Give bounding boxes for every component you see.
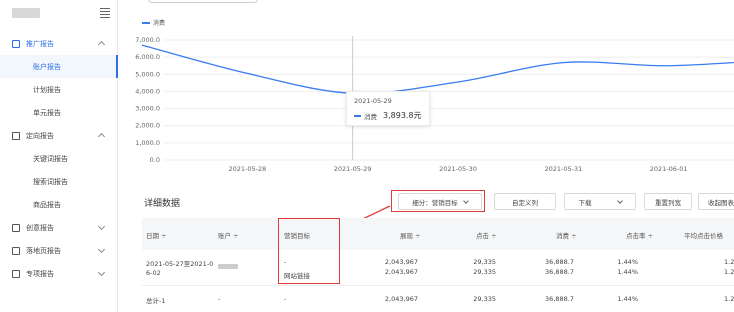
avg-cpc-cell: 1.26 (724, 268, 734, 276)
total-goal: - (284, 295, 287, 303)
impressions-cell: 2,043,967 (384, 268, 418, 276)
sidebar-item-label: 落地页报告 (26, 246, 61, 255)
creative-icon (12, 223, 20, 232)
ctr-cell: 1.44% (617, 268, 638, 276)
total-cost: 36,888.7 (545, 295, 574, 303)
header-impressions[interactable]: 展现 ÷ (400, 230, 421, 240)
logo (12, 8, 40, 18)
cost-cell: 36,888.7 (545, 268, 574, 276)
header-account[interactable]: 账户 ÷ (218, 230, 239, 240)
header-ctr[interactable]: 点击率 ÷ (626, 230, 653, 240)
sidebar-item-search-term-report[interactable]: 搜索词报告 (0, 170, 118, 193)
impressions-cell: 2,043,967 (384, 258, 418, 266)
sidebar-item-account-report[interactable]: 账户报告 (0, 55, 118, 78)
total-label: 总计-1 (146, 297, 166, 305)
header-cost[interactable]: 消费 ÷ (556, 230, 577, 240)
targeting-icon (12, 131, 20, 140)
sidebar: 推广报告 账户报告 计划报告 单元报告 定向报告 关键词报告 搜索词报告 商品报… (0, 0, 118, 312)
sidebar-item-keyword-report[interactable]: 关键词报告 (0, 147, 118, 170)
table-row: 2021-05-27至2021-0 6-02 - 网站链接 2,043,967 … (142, 250, 734, 286)
table-total-row: 总计-1 - - 2,043,967 29,335 36,888.7 1.44%… (142, 286, 734, 312)
header-clicks[interactable]: 点击 ÷ (476, 230, 497, 240)
sidebar-item-plan-report[interactable]: 计划报告 (0, 78, 118, 101)
date-cell-line1: 2021-05-27至2021-0 (146, 260, 214, 268)
header-date[interactable]: 日期 ÷ (146, 230, 167, 240)
sidebar-item-label: 搜索词报告 (33, 177, 68, 186)
sidebar-menu: 推广报告 账户报告 计划报告 单元报告 定向报告 关键词报告 搜索词报告 商品报… (0, 32, 118, 285)
chevron-down-icon (97, 222, 106, 231)
header-avg-cpc[interactable]: 平均点击价格 (684, 230, 723, 240)
sidebar-item-label: 关键词报告 (33, 154, 68, 163)
total-avg-cpc: 1.26 (724, 295, 734, 303)
sidebar-item-unit-report[interactable]: 单元报告 (0, 101, 118, 124)
account-name-blurred (218, 264, 238, 269)
chevron-up-icon (97, 40, 106, 49)
sidebar-item-product-report[interactable]: 商品报告 (0, 193, 118, 216)
avg-cpc-cell: 1.26 (724, 258, 734, 266)
sidebar-item-landing-page-report[interactable]: 落地页报告 (0, 239, 118, 262)
cost-cell: 36,888.7 (545, 258, 574, 266)
sidebar-item-special-report[interactable]: 专项报告 (0, 262, 118, 285)
total-ctr: 1.44% (617, 295, 638, 303)
sidebar-item-targeting-report[interactable]: 定向报告 (0, 124, 118, 147)
clicks-cell: 29,335 (473, 268, 496, 276)
sidebar-item-label: 账户报告 (33, 62, 61, 71)
main-content: 消费 7,000.0 6,000.0 5,000.0 4,000.0 3,000.0 2,… (118, 0, 734, 312)
total-impressions: 2,043,967 (384, 295, 418, 303)
clicks-cell: 29,335 (473, 258, 496, 266)
sidebar-item-creative-report[interactable]: 创意报告 (0, 216, 118, 239)
date-cell-line2: 6-02 (146, 269, 161, 277)
sidebar-item-promotion-report[interactable]: 推广报告 (0, 32, 118, 55)
sidebar-item-label: 专项报告 (26, 269, 54, 278)
sidebar-item-label: 推广报告 (26, 39, 54, 48)
sidebar-item-label: 定向报告 (26, 131, 54, 140)
landing-page-icon (12, 246, 20, 255)
table-header: 日期 ÷ 账户 ÷ 营销目标 展现 ÷ 点击 ÷ 消费 ÷ 点击率 ÷ 平均点击… (142, 218, 734, 250)
sidebar-item-label: 商品报告 (33, 200, 61, 209)
annotation-box-goal-column (278, 218, 340, 284)
total-account: - (218, 295, 221, 303)
sidebar-item-label: 计划报告 (33, 85, 61, 94)
special-report-icon (12, 269, 20, 278)
total-clicks: 29,335 (473, 295, 496, 303)
ctr-cell: 1.44% (617, 258, 638, 266)
chevron-down-icon (97, 245, 106, 254)
sidebar-item-label: 创意报告 (26, 223, 54, 232)
collapse-menu-icon[interactable] (100, 6, 110, 18)
sidebar-item-label: 单元报告 (33, 108, 61, 117)
report-icon (12, 39, 20, 48)
chevron-down-icon (97, 268, 106, 277)
chevron-up-icon (97, 132, 106, 141)
